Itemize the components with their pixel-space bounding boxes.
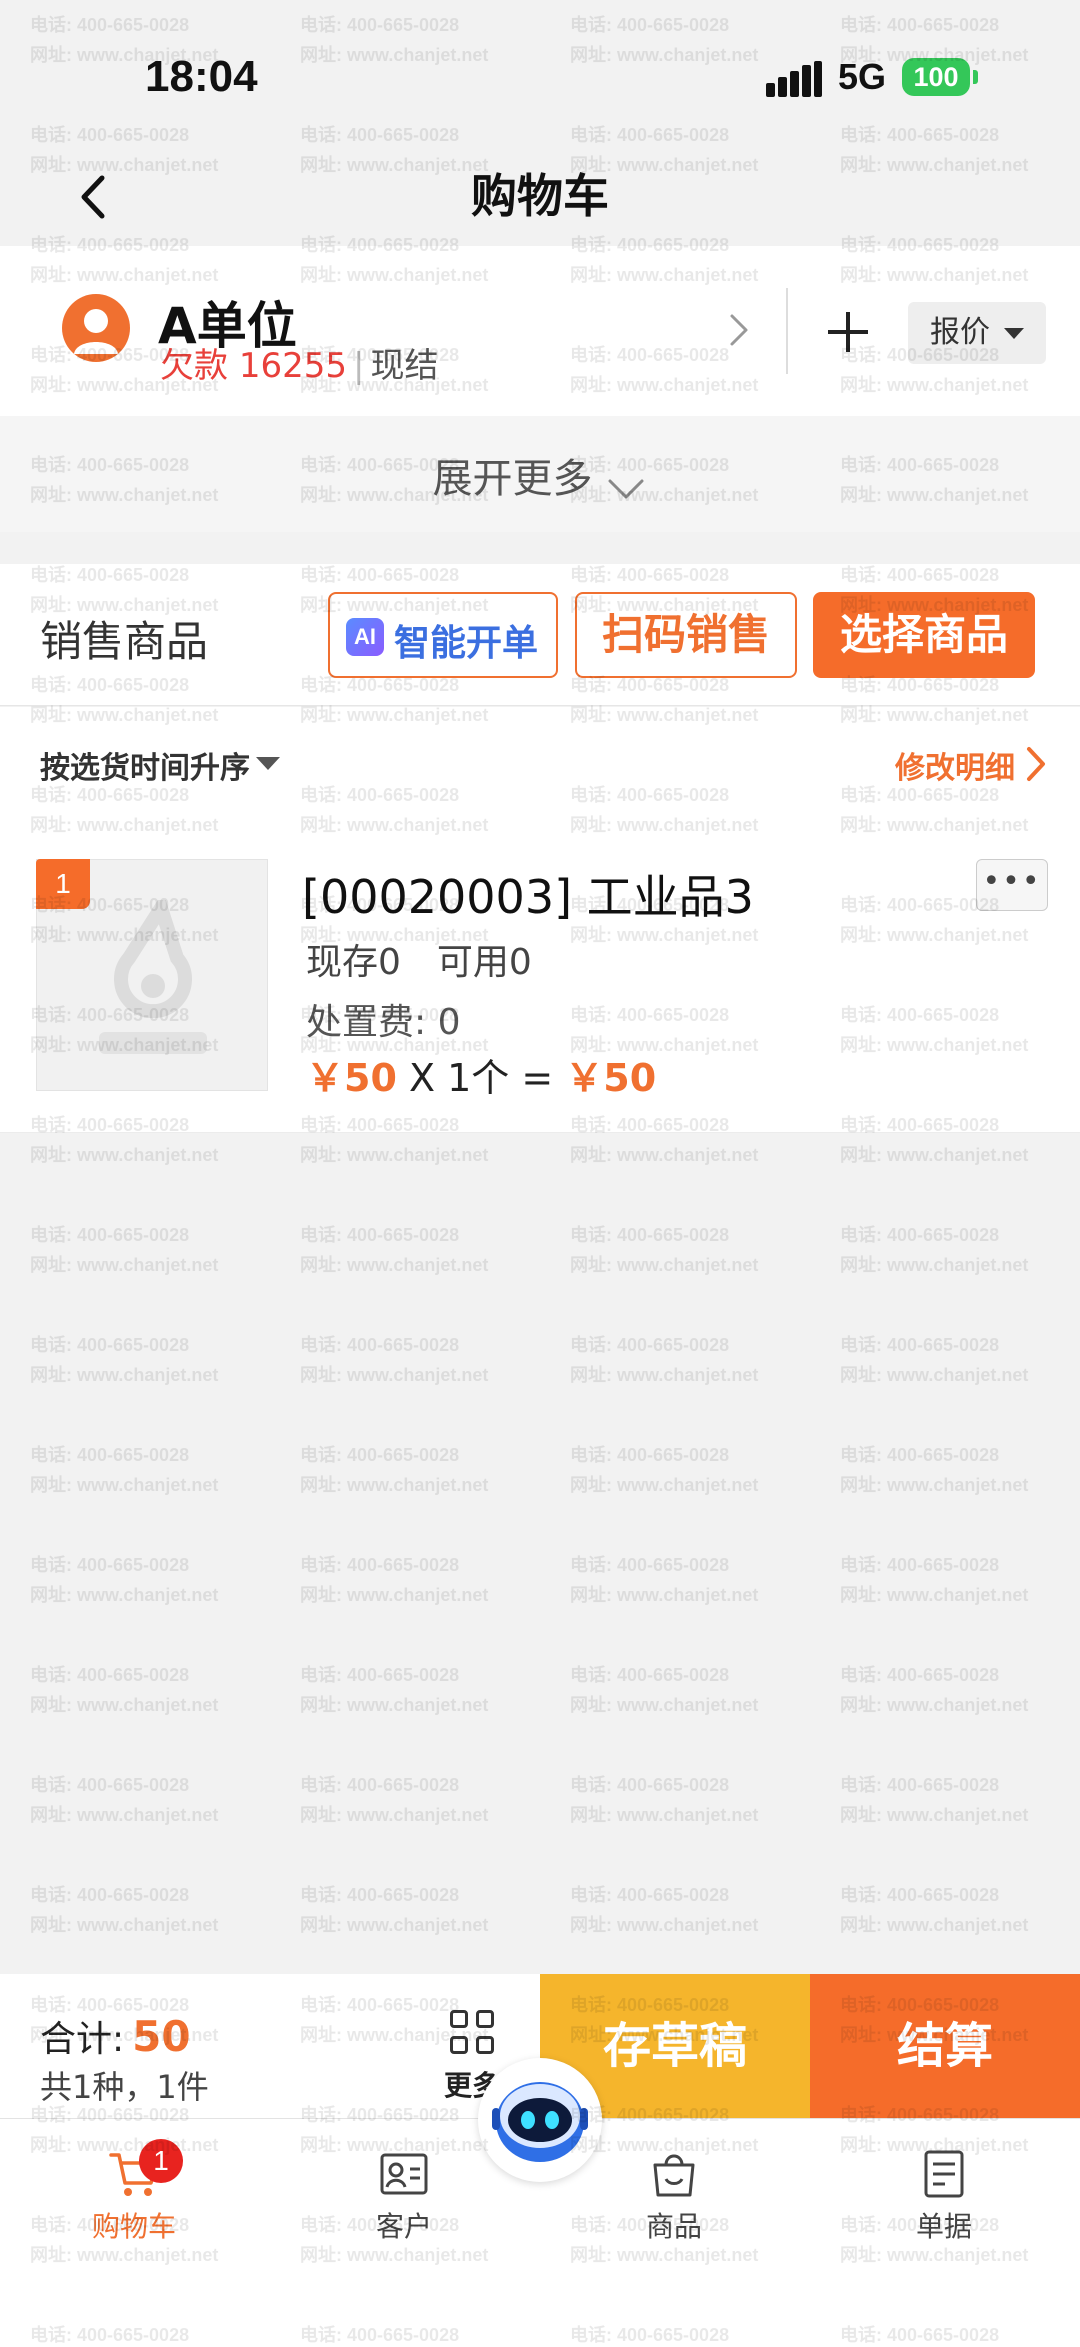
nav-bar: 购物车 [0,150,1080,246]
customer-debt: 欠款 16255 | 现结 [160,338,438,387]
watermark-text: 电话: 400-665-0028网址: www.chanjet.net [300,1225,489,1275]
edit-details-link[interactable]: 修改明细 [895,743,1015,787]
product-name: [00020003] 工业品3 [302,870,754,924]
status-bar: 18:04 5G 100 [0,0,1080,150]
separator: | [352,346,365,386]
ai-order-button[interactable]: AI 智能开单 [328,592,558,678]
watermark-text: 电话: 400-665-0028网址: www.chanjet.net [30,1225,219,1275]
product-fee: 处置费: 0 [306,1002,461,1043]
cart-item[interactable]: 1 [00020003] 工业品3 现存0 可用0 处置费: 0 ￥50 X 1… [0,817,1080,1133]
item-index-badge: 1 [36,859,90,909]
ai-order-label: 智能开单 [394,623,539,664]
chevron-right-icon[interactable] [1024,745,1048,783]
add-customer-button[interactable] [824,308,872,356]
watermark-text: 电话: 400-665-0028网址: www.chanjet.net [570,1225,759,1275]
customer-row[interactable]: A单位 欠款 16255 | 现结 报价 [0,246,1080,416]
watermark-text: 电话: 400-665-0028网址: www.chanjet.net [840,1555,1029,1605]
ai-icon: AI [346,618,384,656]
network-type: 5G [838,56,887,97]
tab-label: 商品 [645,2210,702,2243]
unit-price: ￥50 [306,1056,397,1100]
watermark-text: 电话: 400-665-0028网址: www.chanjet.net [570,1885,759,1935]
watermark-text: 电话: 400-665-0028网址: www.chanjet.net [30,1775,219,1825]
tab-documents[interactable]: 单据 [854,2147,1034,2257]
caret-down-icon [1004,328,1024,339]
watermark-text: 电话: 400-665-0028网址: www.chanjet.net [570,1775,759,1825]
battery-tip [973,70,978,84]
avatar [62,294,130,362]
contact-card-icon [380,2153,428,2195]
watermark-text: 电话: 400-665-0028网址: www.chanjet.net [30,1555,219,1605]
tab-customer[interactable]: 客户 [314,2147,494,2257]
signal-icon [766,61,822,97]
total-label: 合计: [40,2019,125,2060]
watermark-text: 电话: 400-665-0028网址: www.chanjet.net [300,1775,489,1825]
chevron-right-icon[interactable] [724,310,754,350]
section-title: 销售商品 [40,617,209,666]
debt-amount: 16255 [238,346,347,386]
robot-icon [492,2082,588,2162]
sort-bar: 按选货时间升序 修改明细 [0,707,1080,817]
debt-label: 欠款 [160,346,228,386]
product-stock: 现存0 可用0 [306,942,532,983]
watermark-text: 电话: 400-665-0028网址: www.chanjet.net [570,1555,759,1605]
watermark-text: 电话: 400-665-0028网址: www.chanjet.net [300,1335,489,1385]
watermark-text: 电话: 400-665-0028网址: www.chanjet.net [840,1665,1029,1715]
watermark-text: 电话: 400-665-0028网址: www.chanjet.net [570,1665,759,1715]
bag-icon [653,2154,695,2197]
assistant-robot-button[interactable] [478,2058,602,2182]
quantity-expression: X 1个 = [396,1056,566,1100]
scan-sale-button[interactable]: 扫码销售 [575,592,797,678]
placeholder-logo-icon [99,900,207,1054]
tab-label: 客户 [375,2210,432,2243]
divider [786,288,788,374]
more-grid-icon[interactable] [450,2010,496,2056]
expand-more-button[interactable]: 展开更多 [0,416,1080,532]
total-value: 50 [132,2012,191,2061]
watermark-text: 电话: 400-665-0028网址: www.chanjet.net [840,1445,1029,1495]
chevron-down-icon [608,479,644,498]
watermark-text: 电话: 400-665-0028网址: www.chanjet.net [840,1225,1029,1275]
watermark-text: 电话: 400-665-0028网址: www.chanjet.net [300,1665,489,1715]
document-icon [924,2150,964,2198]
caret-down-icon[interactable] [256,757,280,770]
tab-label: 单据 [915,2210,972,2243]
product-price-line: ￥50 X 1个 = ￥50 [306,1047,656,1102]
watermark-text: 电话: 400-665-0028网址: www.chanjet.net [570,1335,759,1385]
quote-dropdown[interactable]: 报价 [908,302,1046,364]
watermark-text: 电话: 400-665-0028网址: www.chanjet.net [30,1665,219,1715]
quote-label: 报价 [930,315,990,350]
watermark-text: 电话: 400-665-0028网址: www.chanjet.net [300,1885,489,1935]
watermark-text: 电话: 400-665-0028网址: www.chanjet.net [570,1445,759,1495]
expand-more-label: 展开更多 [432,456,593,502]
settlement-type: 现结 [370,346,439,386]
page-title: 购物车 [471,169,609,223]
tab-products[interactable]: 商品 [584,2147,764,2257]
watermark-text: 电话: 400-665-0028网址: www.chanjet.net [30,1445,219,1495]
user-icon [74,309,118,354]
checkout-button[interactable]: 结算 [810,1974,1080,2118]
watermark-text: 电话: 400-665-0028网址: www.chanjet.net [840,1775,1029,1825]
item-count: 共1种，1件 [40,2068,209,2106]
watermark-text: 电话: 400-665-0028网址: www.chanjet.net [840,1885,1029,1935]
tab-label: 购物车 [91,2210,176,2243]
sales-products-header: 销售商品 AI 智能开单 扫码销售 选择商品 [0,564,1080,706]
sort-dropdown[interactable]: 按选货时间升序 [40,743,250,787]
select-product-button[interactable]: 选择商品 [813,592,1035,678]
status-time: 18:04 [145,52,258,101]
total-line: 合计: 50 [40,2010,191,2062]
watermark-text: 电话: 400-665-0028网址: www.chanjet.net [300,1445,489,1495]
cart-count-badge: 1 [139,2139,183,2183]
watermark-text: 电话: 400-665-0028网址: www.chanjet.net [300,1555,489,1605]
watermark-text: 电话: 400-665-0028网址: www.chanjet.net [30,1885,219,1935]
tab-cart[interactable]: 1 购物车 [44,2139,224,2257]
subtotal: ￥50 [565,1056,657,1100]
more-options-button[interactable]: ••• [976,859,1048,911]
battery-icon: 100 [902,58,970,96]
watermark-text: 电话: 400-665-0028网址: www.chanjet.net [30,1335,219,1385]
watermark-text: 电话: 400-665-0028网址: www.chanjet.net [840,1335,1029,1385]
